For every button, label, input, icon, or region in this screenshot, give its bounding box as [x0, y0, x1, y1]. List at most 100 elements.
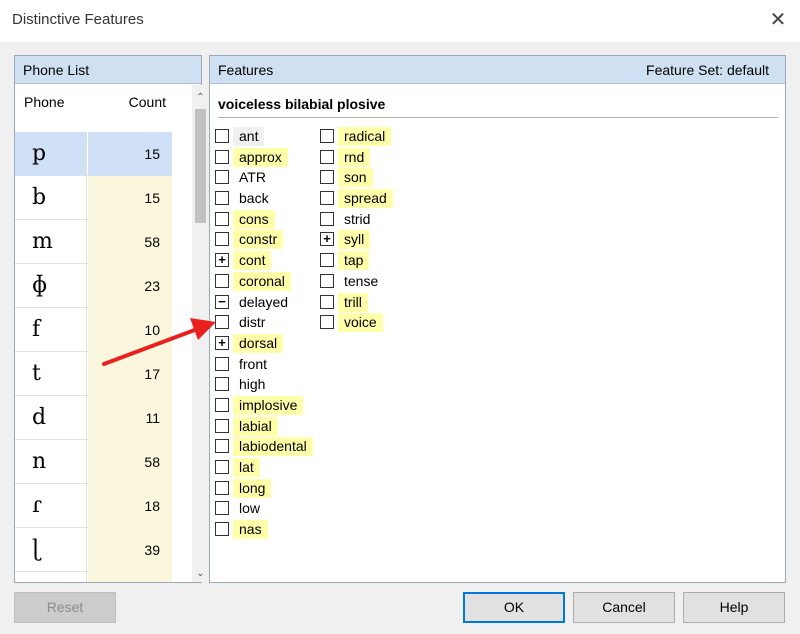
feature-label: delayed [239, 293, 289, 310]
phone-row[interactable]: ɹ7 [15, 572, 172, 582]
feature-label: low [239, 500, 261, 517]
feature-checkbox[interactable] [320, 170, 334, 185]
feature-set-value: default [726, 62, 769, 78]
phone-cell: b [15, 176, 87, 220]
count-cell: 23 [88, 264, 172, 308]
column-header-phone[interactable]: Phone [24, 94, 64, 110]
phone-row[interactable]: t 17 [15, 352, 172, 396]
ok-button[interactable]: OK [463, 592, 565, 623]
phone-description: voiceless bilabial plosive [218, 96, 778, 118]
feature-checkbox[interactable] [215, 191, 229, 206]
feature-checkbox[interactable] [215, 232, 229, 247]
phone-list-scrollbar[interactable]: ⌃ ⌄ [192, 85, 209, 582]
feature-label: cont [233, 251, 272, 271]
feature-checkbox[interactable] [320, 129, 334, 143]
features-panel: Features Feature Set: default voiceless … [209, 55, 786, 583]
feature-checkbox[interactable]: + [215, 335, 229, 350]
feature-label: ATR [239, 169, 266, 186]
count-cell: 11 [88, 396, 172, 440]
feature-label: long [233, 478, 272, 498]
features-header: Features Feature Set: default [210, 56, 785, 84]
feature-checkbox[interactable] [215, 273, 229, 288]
feature-label: syll [338, 230, 371, 250]
feature-checkbox[interactable] [215, 418, 229, 433]
feature-label: high [239, 376, 266, 393]
feature-checkbox[interactable] [215, 149, 229, 164]
phone-row[interactable]: ɾ 18 [15, 484, 172, 528]
phone-row[interactable]: p 15 [15, 132, 172, 176]
feature-checkbox[interactable] [320, 253, 334, 268]
count-cell: 58 [88, 440, 172, 484]
features-title: Features [218, 62, 274, 78]
close-icon[interactable]: ✕ [766, 8, 790, 32]
reset-button[interactable]: Reset [14, 592, 116, 623]
feature-checkbox[interactable] [215, 129, 229, 143]
feature-label: labial [233, 416, 278, 436]
feature-checkbox[interactable]: + [320, 232, 334, 247]
feature-checkbox[interactable] [215, 315, 229, 330]
phone-list-rows: p15b15m58ɸ23f10t17d11n58ɾ18ɭ39ɹ7 [15, 132, 172, 582]
help-button[interactable]: Help [683, 592, 785, 623]
feature-checkbox[interactable]: + [215, 253, 229, 268]
feature-label: front [239, 355, 268, 372]
phone-row[interactable]: d 11 [15, 396, 172, 440]
feature-label: spread [338, 189, 393, 209]
phone-row[interactable]: f 10 [15, 308, 172, 352]
feature-label: strid [344, 210, 371, 227]
feature-checkbox[interactable] [215, 480, 229, 495]
phone-list-column-headers: Phone Count [15, 85, 172, 125]
feature-checkbox[interactable] [215, 501, 229, 516]
phone-row[interactable]: ɸ 23 [15, 264, 172, 308]
feature-label: implosive [233, 395, 304, 415]
window-title: Distinctive Features [12, 11, 144, 28]
cancel-button[interactable]: Cancel [573, 592, 675, 623]
feature-checkbox[interactable] [215, 439, 229, 454]
count-cell: 39 [88, 528, 172, 572]
feature-checkbox[interactable] [215, 356, 229, 371]
feature-checkbox[interactable] [215, 460, 229, 474]
phone-list-panel: Phone List Phone Count p 15 b 15 m 58 ɸ 23 f 10 t 1… [14, 55, 209, 583]
phone-cell: ɾ [15, 484, 87, 528]
feature-label: tap [338, 251, 370, 271]
column-header-count[interactable]: Count [129, 94, 166, 110]
phone-row[interactable]: n 58 [15, 440, 172, 484]
feature-checkbox[interactable] [320, 149, 334, 164]
phone-cell: n [15, 440, 87, 484]
feature-checkbox[interactable] [320, 211, 334, 226]
feature-checkbox[interactable] [215, 397, 229, 412]
phone-row[interactable]: ɭ 39 [15, 528, 172, 572]
feature-checkbox[interactable] [215, 377, 229, 392]
feature-checkbox[interactable] [320, 294, 334, 309]
scroll-up-icon[interactable]: ⌃ [192, 89, 209, 106]
feature-checkbox[interactable] [320, 315, 334, 330]
count-cell: 10 [88, 308, 172, 352]
feature-set-label: Feature Set: [646, 62, 724, 78]
scroll-down-icon[interactable]: ⌄ [192, 565, 209, 582]
feature-label: constr [233, 230, 284, 250]
scroll-thumb[interactable] [195, 109, 206, 223]
phone-cell: ɸ [15, 264, 87, 308]
feature-label: ant [233, 127, 265, 146]
feature-label: coronal [233, 271, 291, 291]
feature-label: back [239, 190, 269, 207]
feature-label: trill [338, 292, 368, 312]
phone-cell: ɹ [15, 572, 87, 582]
phone-row[interactable]: m 58 [15, 220, 172, 264]
count-cell: 15 [88, 132, 172, 176]
feature-label: approx [233, 147, 288, 167]
count-cell: 15 [88, 176, 172, 220]
feature-checkbox[interactable] [215, 170, 229, 185]
feature-set-indicator: Feature Set: default [646, 62, 769, 78]
feature-checkbox[interactable] [215, 211, 229, 226]
feature-checkbox[interactable] [320, 191, 334, 206]
feature-checkbox[interactable] [320, 273, 334, 288]
feature-label: son [338, 168, 373, 188]
feature-checkbox[interactable] [215, 522, 229, 537]
feature-label: rnd [338, 147, 371, 167]
feature-checkbox[interactable]: − [215, 294, 229, 309]
phone-row[interactable]: b 15 [15, 176, 172, 220]
count-cell: 58 [88, 220, 172, 264]
feature-label: radical [338, 127, 392, 146]
feature-label: cons [233, 209, 275, 229]
feature-label: voice [338, 313, 383, 333]
